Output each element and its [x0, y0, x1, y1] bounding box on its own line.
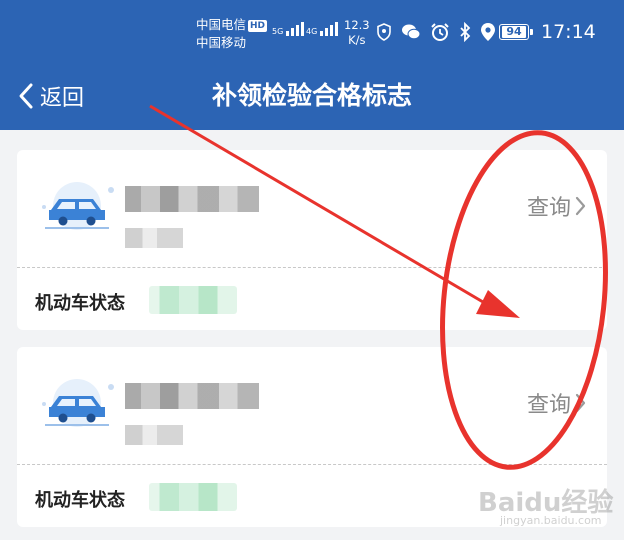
plate-number-masked	[125, 383, 259, 409]
status-icons	[376, 22, 496, 42]
wechat-icon	[402, 24, 421, 40]
vehicle-status-label: 机动车状态	[35, 490, 125, 511]
divider	[17, 464, 607, 465]
divider	[17, 267, 607, 268]
carrier-2: 中国移动	[196, 35, 247, 50]
plate-number-masked	[125, 186, 259, 212]
vehicle-status-value-masked	[149, 483, 237, 511]
bluetooth-icon	[460, 22, 471, 42]
speed-value: 12.3	[344, 18, 370, 32]
page-title: 补领检验合格标志	[211, 81, 412, 110]
query-button[interactable]: 查询	[527, 190, 589, 222]
status-bar: 中国电信 HD 中国移动 5G 4G 12.3 K/s 94 17:14	[0, 14, 624, 58]
clock: 17:14	[541, 21, 596, 43]
plate-type-masked	[125, 228, 183, 248]
signal-2-label: 4G	[306, 27, 318, 36]
speed-unit: K/s	[348, 33, 366, 47]
vehicle-status-value-masked	[149, 286, 237, 314]
signal-2-icon: 4G	[306, 22, 339, 36]
vehicle-card: 查询 机动车状态	[17, 150, 607, 330]
signal-1-label: 5G	[272, 27, 284, 36]
plate-type-masked	[125, 425, 183, 445]
query-button[interactable]: 查询	[527, 387, 589, 419]
query-label: 查询	[526, 393, 571, 418]
battery-level: 94	[502, 26, 526, 38]
vehicle-status-label: 机动车状态	[35, 293, 125, 314]
car-icon	[42, 182, 114, 230]
battery-icon: 94	[499, 24, 533, 40]
alarm-icon	[431, 23, 449, 41]
carrier-1: 中国电信	[196, 17, 247, 32]
query-label: 查询	[526, 196, 571, 221]
watermark-url: jingyan.baidu.com	[500, 514, 602, 527]
carrier-info: 中国电信 HD 中国移动	[196, 16, 268, 52]
hd-badge: HD	[248, 20, 268, 32]
car-icon	[42, 379, 114, 427]
shield-icon	[377, 23, 391, 41]
chevron-right-icon	[575, 393, 586, 413]
location-icon	[481, 23, 495, 41]
chevron-right-icon	[575, 196, 586, 216]
app-header: 中国电信 HD 中国移动 5G 4G 12.3 K/s 94 17:14 返回 补…	[0, 0, 624, 130]
network-speed: 12.3 K/s	[344, 18, 370, 48]
signal-1-icon: 5G	[272, 22, 305, 36]
